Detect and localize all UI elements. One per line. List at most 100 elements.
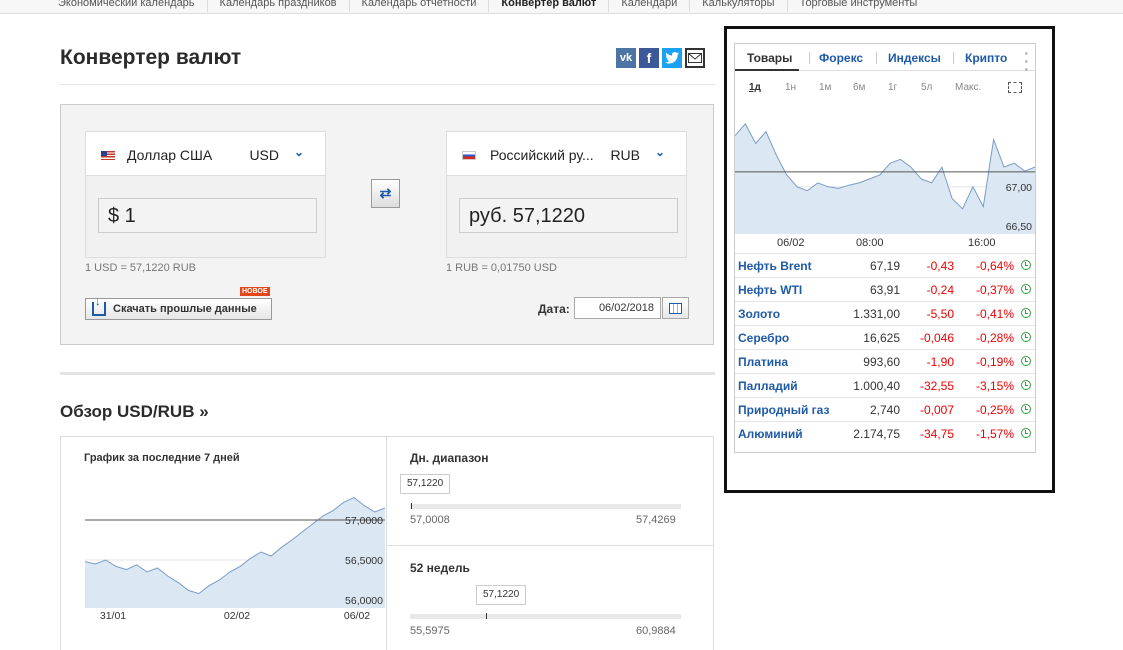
rate-to-note: 1 RUB = 0,01750 USD — [446, 262, 557, 274]
top-nav-item[interactable]: Календарь праздников — [206, 0, 349, 12]
last-price: 63,91 — [869, 283, 900, 297]
divider — [60, 372, 715, 375]
x-tick-label: 31/01 — [100, 610, 126, 622]
top-nav: Экономический календарь Календарь праздни… — [0, 0, 1123, 14]
tab-commodities[interactable]: Товары — [747, 51, 792, 65]
new-badge: НОВОЕ — [240, 287, 270, 296]
tab-indices[interactable]: Индексы — [888, 51, 941, 65]
clock-icon — [1021, 308, 1031, 318]
change-percent: -0,28% — [975, 331, 1014, 345]
daily-range-low: 57,0008 — [410, 514, 450, 526]
tab-forex[interactable]: Форекс — [819, 51, 863, 65]
top-nav-item[interactable]: Конвертер валют — [488, 0, 608, 12]
period-max[interactable]: Макс. — [955, 82, 981, 93]
table-row[interactable]: Нефть WTI 63,91 -0,24 -0,37% — [735, 277, 1035, 301]
table-row[interactable]: Алюминий 2.174,75 -34,75 -1,57% — [735, 421, 1035, 445]
top-nav-item[interactable]: Торговые инструменты — [786, 0, 930, 12]
change-value: -32,55 — [919, 379, 954, 393]
y-tick-label: 56,0000 — [345, 595, 383, 607]
period-1y[interactable]: 1г — [888, 82, 897, 93]
last-price: 2.174,75 — [853, 427, 900, 441]
to-currency-code: RUB — [610, 147, 640, 163]
week52-range-title: 52 недель — [410, 561, 470, 575]
week52-range-bar — [410, 613, 681, 619]
clock-icon — [1021, 356, 1031, 366]
change-percent: -0,19% — [975, 355, 1014, 369]
divider — [876, 52, 877, 64]
y-tick-label: 56,5000 — [345, 555, 383, 567]
last-price: 16,625 — [863, 331, 900, 345]
instrument-name[interactable]: Золото — [738, 307, 780, 321]
instrument-name[interactable]: Серебро — [738, 331, 789, 345]
instrument-name[interactable]: Нефть WTI — [738, 283, 802, 297]
chart-x-tick: 06/02 — [777, 237, 805, 249]
table-row[interactable]: Палладий 1.000,40 -32,55 -3,15% — [735, 373, 1035, 397]
facebook-icon[interactable]: f — [639, 48, 659, 68]
divider — [60, 84, 715, 85]
download-history-button[interactable]: Скачать прошлые данные — [85, 296, 272, 320]
table-row[interactable]: Платина 993,60 -1,90 -0,19% — [735, 349, 1035, 373]
table-row[interactable]: Природный газ 2,740 -0,007 -0,25% — [735, 397, 1035, 421]
chart-x-tick: 16:00 — [968, 237, 996, 249]
instrument-name[interactable]: Палладий — [738, 379, 798, 393]
week52-range-high: 60,9884 — [636, 625, 676, 637]
top-nav-item[interactable]: Экономический календарь — [48, 0, 207, 12]
twitter-icon[interactable] — [662, 48, 682, 68]
overview-title[interactable]: Обзор USD/RUB » — [60, 402, 209, 422]
period-5y[interactable]: 5л — [921, 82, 932, 93]
change-value: -0,007 — [919, 403, 954, 417]
top-nav-item[interactable]: Календарь отчетности — [348, 0, 489, 12]
top-nav-item[interactable]: Калькуляторы — [689, 0, 786, 12]
divider — [386, 436, 387, 650]
download-label: Скачать прошлые данные — [113, 303, 257, 315]
daily-range-high: 57,4269 — [636, 514, 676, 526]
date-input[interactable]: 06/02/2018 — [574, 297, 661, 319]
change-percent: -0,64% — [975, 259, 1014, 273]
date-label: Дата: — [538, 302, 570, 316]
chart-title: График за последние 7 дней — [84, 452, 240, 464]
chart-x-tick: 08:00 — [856, 237, 884, 249]
from-amount-input[interactable]: $ 1 — [98, 198, 317, 233]
change-percent: -0,37% — [975, 283, 1014, 297]
to-amount-input[interactable]: руб. 57,1220 — [459, 198, 678, 233]
clock-icon — [1021, 380, 1031, 390]
instrument-name[interactable]: Алюминий — [738, 427, 803, 441]
last-price: 1.331,00 — [853, 307, 900, 321]
top-nav-item[interactable]: Календари — [608, 0, 689, 12]
to-currency-select[interactable]: Российский ру... RUB ⌄ — [447, 132, 686, 176]
divider — [953, 52, 954, 64]
divider — [387, 545, 713, 546]
table-row[interactable]: Нефть Brent 67,19 -0,43 -0,64% — [735, 253, 1035, 277]
change-value: -0,24 — [926, 283, 954, 297]
calendar-button[interactable] — [662, 297, 689, 319]
swap-button[interactable]: ⇄ — [371, 179, 400, 208]
expand-icon[interactable] — [1008, 82, 1022, 93]
period-1w[interactable]: 1н — [785, 82, 796, 93]
usd-rub-7day-chart[interactable]: 57,0000 56,5000 56,0000 31/01 02/02 06/02 — [85, 480, 385, 625]
clock-icon — [1021, 260, 1031, 270]
period-1m[interactable]: 1м — [819, 82, 831, 93]
more-menu-icon[interactable]: · · · — [1024, 46, 1029, 76]
vk-icon[interactable]: vk — [616, 48, 636, 68]
markets-widget: Товары Форекс Индексы Крипто · · · 1д 1н 1… — [734, 43, 1036, 453]
chevron-down-icon: ⌄ — [293, 145, 304, 159]
period-1d[interactable]: 1д — [749, 82, 761, 93]
tab-crypto[interactable]: Крипто — [965, 51, 1007, 65]
from-currency-select[interactable]: Доллар США USD ⌄ — [86, 132, 325, 176]
daily-range-current: 57,1220 — [400, 474, 451, 494]
last-price: 67,19 — [869, 259, 900, 273]
table-row[interactable]: Серебро 16,625 -0,046 -0,28% — [735, 325, 1035, 349]
from-currency-code: USD — [249, 147, 279, 163]
ru-flag-icon — [462, 151, 476, 160]
us-flag-icon — [101, 151, 115, 160]
brent-intraday-chart[interactable]: 67,00 66,50 — [735, 116, 1035, 236]
mail-icon[interactable] — [685, 48, 705, 68]
change-value: -34,75 — [919, 427, 954, 441]
page-title: Конвертер валют — [60, 46, 242, 69]
instrument-name[interactable]: Платина — [738, 355, 788, 369]
instrument-name[interactable]: Природный газ — [738, 403, 829, 417]
instrument-name[interactable]: Нефть Brent — [738, 259, 812, 273]
period-6m[interactable]: 6м — [853, 82, 865, 93]
y-tick-label: 67,00 — [1006, 182, 1032, 194]
table-row[interactable]: Золото 1.331,00 -5,50 -0,41% — [735, 301, 1035, 325]
